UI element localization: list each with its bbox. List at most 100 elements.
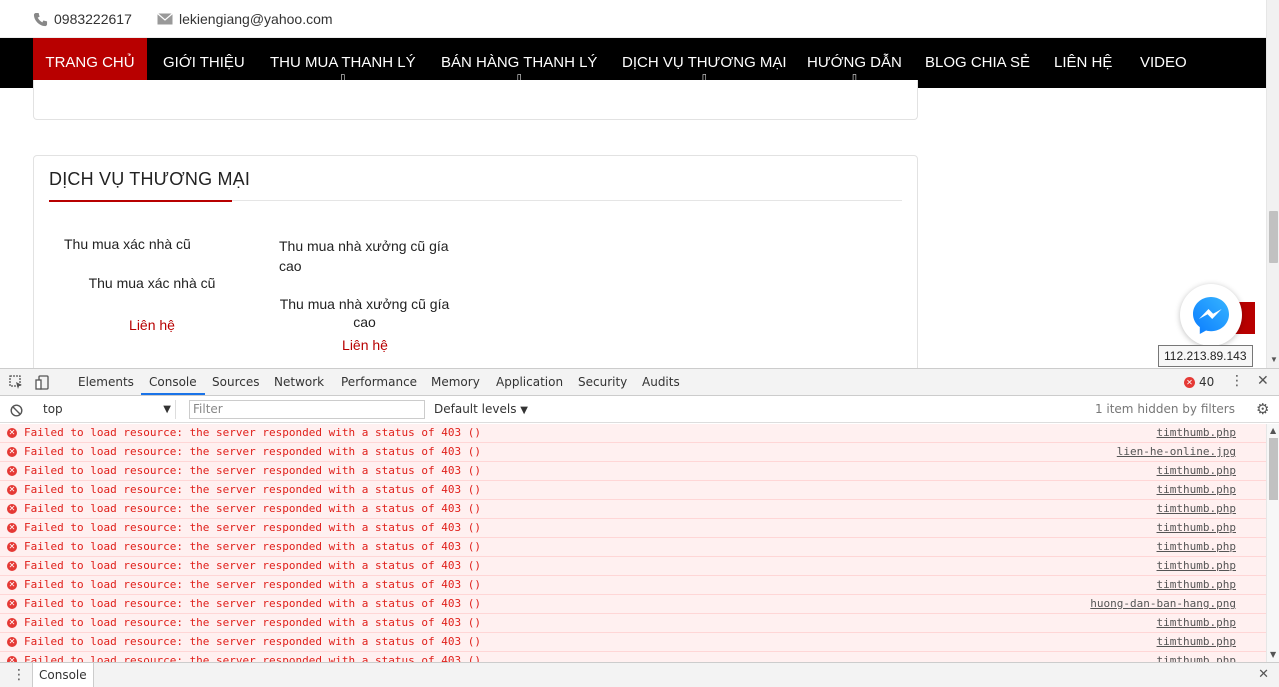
scroll-up-arrow-icon[interactable]: ▲ <box>1270 426 1276 435</box>
devtools-tabbar: Elements Console Sources Network Perform… <box>0 369 1279 396</box>
console-error-row[interactable]: ✕ Failed to load resource: the server res… <box>0 538 1266 557</box>
error-message: Failed to load resource: the server resp… <box>24 540 481 553</box>
source-link[interactable]: timthumb.php <box>1157 614 1236 632</box>
console-error-row[interactable]: ✕ Failed to load resource: the server res… <box>0 462 1266 481</box>
source-link[interactable]: timthumb.php <box>1157 462 1236 480</box>
tab-elements[interactable]: Elements <box>78 369 134 395</box>
log-levels-dropdown[interactable]: Default levels ▼ <box>434 400 528 420</box>
context-selector[interactable]: top ▼ <box>36 400 176 419</box>
error-icon: ✕ <box>7 485 17 495</box>
source-link[interactable]: timthumb.php <box>1157 424 1236 442</box>
email-address: lekiengiang@yahoo.com <box>179 11 333 27</box>
error-icon: ✕ <box>7 580 17 590</box>
console-error-row[interactable]: ✕ Failed to load resource: the server res… <box>0 500 1266 519</box>
contact-link[interactable]: Liên hệ <box>265 337 465 353</box>
tab-network[interactable]: Network <box>274 369 324 395</box>
source-link[interactable]: lien-he-online.jpg <box>1117 443 1236 461</box>
console-error-row[interactable]: ✕ Failed to load resource: the server res… <box>0 557 1266 576</box>
drawer-menu-icon[interactable]: ⋮ <box>12 667 26 683</box>
source-link[interactable]: timthumb.php <box>1157 519 1236 537</box>
source-link[interactable]: timthumb.php <box>1157 652 1236 662</box>
nav-blog-chia-se[interactable]: BLOG CHIA SẺ <box>909 38 1046 88</box>
ip-tooltip: 112.213.89.143 <box>1158 345 1253 367</box>
source-link[interactable]: timthumb.php <box>1157 633 1236 651</box>
scrollbar-thumb[interactable] <box>1269 438 1278 500</box>
console-filter-input[interactable]: Filter <box>189 400 425 419</box>
tab-console[interactable]: Console <box>141 369 205 395</box>
nav-label: BLOG CHIA SẺ <box>925 54 1031 71</box>
previous-section-box <box>33 80 918 120</box>
website-viewport: 0983222617 lekiengiang@yahoo.com TRANG C… <box>0 0 1279 368</box>
nav-label: DỊCH VỤ THƯƠNG MẠI <box>622 54 787 71</box>
phone-number: 0983222617 <box>54 11 132 27</box>
card-subtitle: Thu mua nhà xưởng cũ gía cao <box>279 296 450 330</box>
console-error-row[interactable]: ✕ Failed to load resource: the server res… <box>0 576 1266 595</box>
more-options-icon[interactable]: ⋮ <box>1230 373 1244 389</box>
nav-lien-he[interactable]: LIÊN HỆ <box>1038 38 1128 88</box>
console-messages: ✕ Failed to load resource: the server res… <box>0 424 1266 662</box>
page-scrollbar[interactable]: ▼ <box>1266 0 1279 368</box>
console-scrollbar[interactable]: ▲ ▼ <box>1266 424 1279 662</box>
gear-icon[interactable]: ⚙ <box>1256 400 1269 418</box>
close-devtools-icon[interactable]: ✕ <box>1257 373 1269 389</box>
console-error-row[interactable]: ✕ Failed to load resource: the server res… <box>0 424 1266 443</box>
messenger-chat-button[interactable] <box>1180 284 1242 346</box>
console-error-row[interactable]: ✕ Failed to load resource: the server res… <box>0 652 1266 662</box>
dropdown-arrow-icon: ▼ <box>163 404 171 415</box>
section-title: DỊCH VỤ THƯƠNG MẠI <box>49 169 251 189</box>
nav-label: HƯỚNG DẪN <box>807 54 902 71</box>
tab-performance[interactable]: Performance <box>341 369 417 395</box>
contact-topbar: 0983222617 lekiengiang@yahoo.com <box>0 0 1266 38</box>
error-message: Failed to load resource: the server resp… <box>24 654 481 662</box>
source-link[interactable]: timthumb.php <box>1157 576 1236 594</box>
error-icon: ✕ <box>7 447 17 457</box>
source-link[interactable]: timthumb.php <box>1157 500 1236 518</box>
inspect-element-icon[interactable] <box>9 375 24 394</box>
scroll-down-arrow-icon[interactable]: ▼ <box>1270 355 1278 364</box>
drawer-tab-console[interactable]: Console <box>32 663 94 687</box>
nav-label: BÁN HÀNG THANH LÝ <box>441 54 598 71</box>
clear-console-icon[interactable] <box>10 402 23 421</box>
source-link[interactable]: timthumb.php <box>1157 481 1236 499</box>
error-message: Failed to load resource: the server resp… <box>24 616 481 629</box>
nav-label: TRANG CHỦ <box>45 54 135 71</box>
error-icon: ✕ <box>7 618 17 628</box>
error-message: Failed to load resource: the server resp… <box>24 445 481 458</box>
error-message: Failed to load resource: the server resp… <box>24 578 481 591</box>
tab-memory[interactable]: Memory <box>431 369 480 395</box>
email-contact[interactable]: lekiengiang@yahoo.com <box>157 11 333 27</box>
devtools-panel: Elements Console Sources Network Perform… <box>0 368 1279 687</box>
error-icon: ✕ <box>7 466 17 476</box>
scroll-down-arrow-icon[interactable]: ▼ <box>1270 650 1276 659</box>
card-caption: Thu mua nhà xưởng cũ gía cao <box>279 238 449 274</box>
source-link[interactable]: timthumb.php <box>1157 557 1236 575</box>
source-link[interactable]: timthumb.php <box>1157 538 1236 556</box>
error-icon: ✕ <box>7 561 17 571</box>
tab-security[interactable]: Security <box>578 369 627 395</box>
error-icon: ✕ <box>1184 376 1195 388</box>
contact-link[interactable]: Liên hệ <box>52 317 252 333</box>
console-error-row[interactable]: ✕ Failed to load resource: the server res… <box>0 614 1266 633</box>
commercial-services-section: DỊCH VỤ THƯƠNG MẠI Thu mua xác nhà cũ Th… <box>33 155 918 368</box>
scrollbar-thumb[interactable] <box>1269 211 1278 263</box>
tab-application[interactable]: Application <box>496 369 563 395</box>
console-error-row[interactable]: ✕ Failed to load resource: the server res… <box>0 481 1266 500</box>
console-error-row[interactable]: ✕ Failed to load resource: the server res… <box>0 443 1266 462</box>
source-link[interactable]: huong-dan-ban-hang.png <box>1090 595 1236 613</box>
nav-label: LIÊN HỆ <box>1054 54 1113 71</box>
tab-sources[interactable]: Sources <box>212 369 259 395</box>
nav-label: THU MUA THANH LÝ <box>270 54 416 71</box>
error-counter[interactable]: ✕ 40 <box>1184 375 1214 389</box>
tab-audits[interactable]: Audits <box>642 369 680 395</box>
phone-contact[interactable]: 0983222617 <box>33 11 132 27</box>
console-error-row[interactable]: ✕ Failed to load resource: the server res… <box>0 519 1266 538</box>
error-message: Failed to load resource: the server resp… <box>24 597 481 610</box>
error-message: Failed to load resource: the server resp… <box>24 464 481 477</box>
console-error-row[interactable]: ✕ Failed to load resource: the server res… <box>0 595 1266 614</box>
context-value: top <box>43 402 63 416</box>
close-drawer-icon[interactable]: ✕ <box>1258 667 1269 682</box>
device-toolbar-icon[interactable] <box>35 375 50 394</box>
title-underline <box>49 200 232 202</box>
console-error-row[interactable]: ✕ Failed to load resource: the server res… <box>0 633 1266 652</box>
nav-video[interactable]: VIDEO <box>1124 38 1203 88</box>
